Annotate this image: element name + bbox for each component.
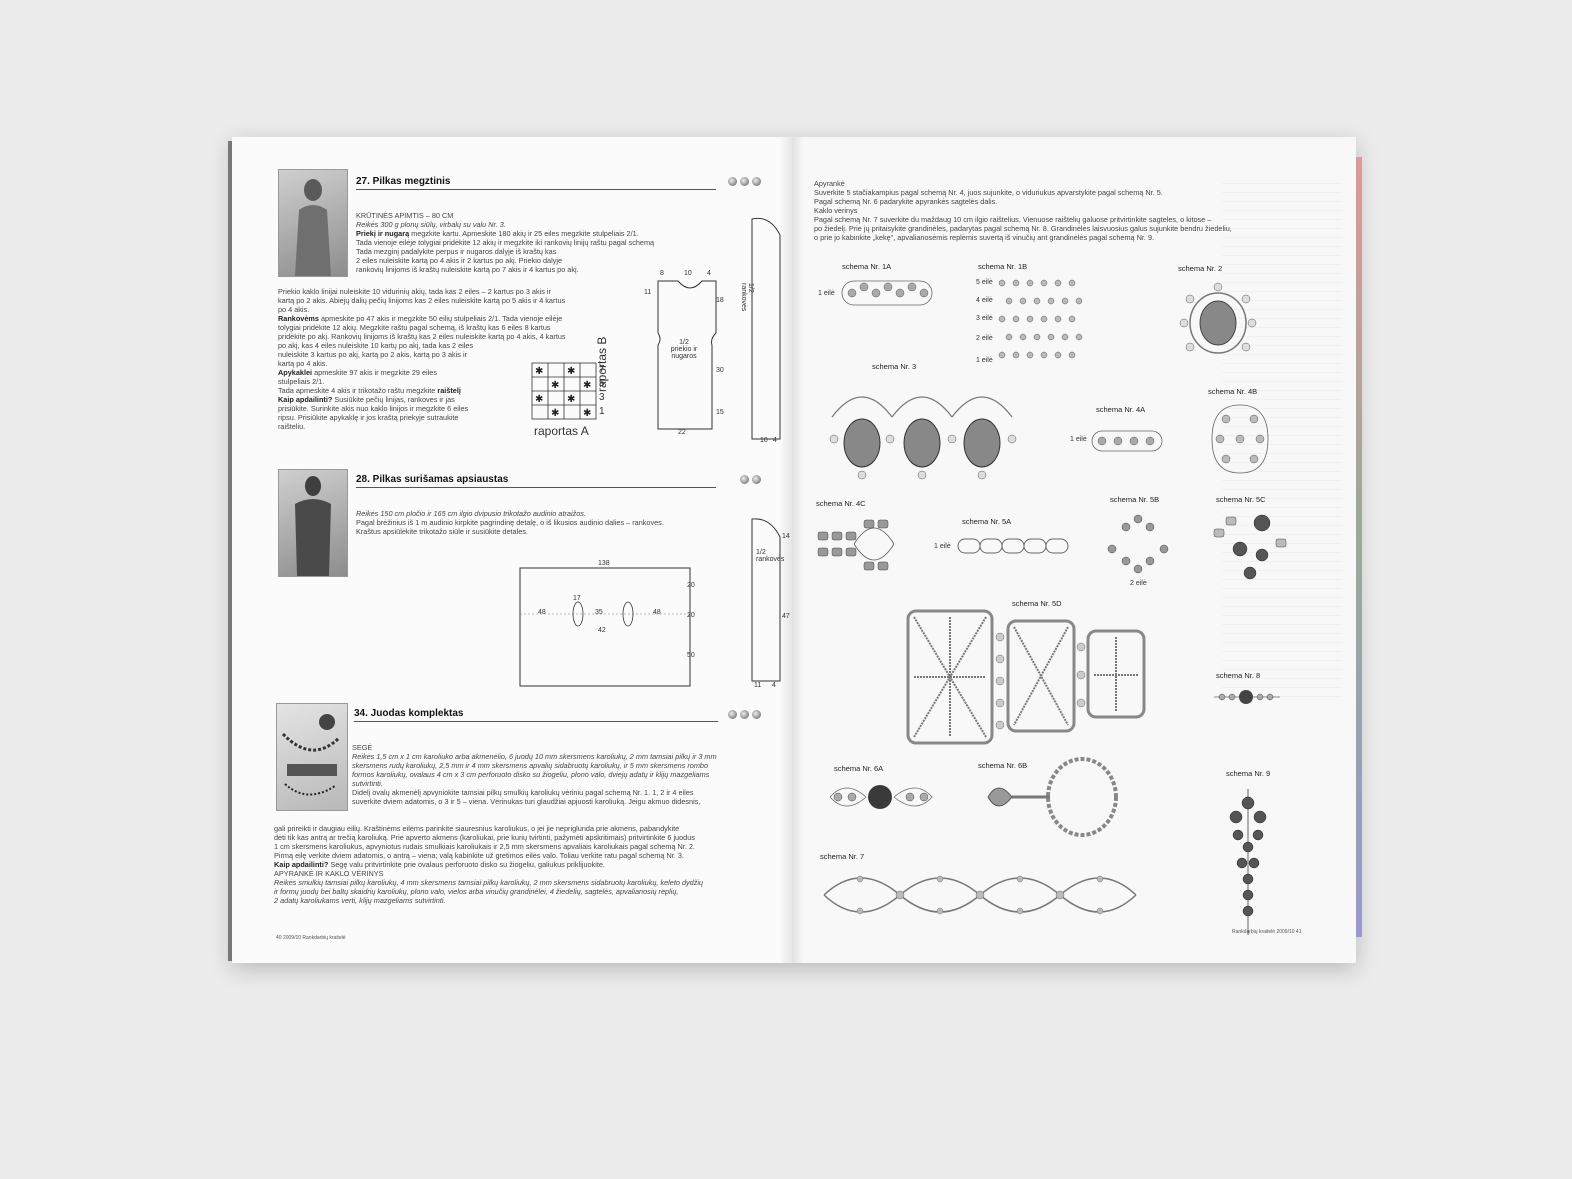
diagram-schema-7 [823,875,1137,915]
difficulty-dot-icon [752,475,761,484]
section-title-28: 28. Pilkas surišamas apsiaustas [356,474,716,488]
diagram-schema-4c [817,519,895,571]
svg-text:✱: ✱ [551,408,559,419]
schema-label-6a: schema Nr. 6A [834,764,884,773]
difficulty-dots-28 [740,475,761,484]
section-34-brooch: SEGĖ Reikės 1,5 cm x 1 cm karoliuko arba… [352,743,762,806]
diagram-schema-4a [1091,430,1163,452]
difficulty-dot-icon [752,177,761,186]
svg-text:✱: ✱ [551,380,559,391]
magazine-spread: 27. Pilkas megztinis KRŪTINĖS APIMTIS – … [228,137,1362,963]
schema-label-4a: schema Nr. 4A [1096,405,1146,414]
difficulty-dot-icon [740,710,749,719]
jewelry-illustration [281,714,341,796]
difficulty-dots-27 [728,177,761,186]
diagram-schema-4b [1211,404,1269,474]
photo-black-jewelry [276,703,348,811]
left-page: 27. Pilkas megztinis KRŪTINĖS APIMTIS – … [232,137,792,963]
pattern-sleeve [751,217,781,440]
difficulty-dot-icon [740,475,749,484]
diagram-schema-5d [906,609,1146,745]
svg-text:✱: ✱ [567,366,575,377]
pattern-wrap-sleeve [751,518,781,682]
schema-label-4b: schema Nr. 4B [1208,387,1258,396]
schema-label-4c: schema Nr. 4C [816,499,866,508]
svg-text:✱: ✱ [583,408,591,419]
diagram-schema-5b [1107,514,1169,574]
schema-label-8: schema Nr. 8 [1216,671,1261,680]
section-34-brooch-2: gali prireikti ir daugiau eilių. Kraštin… [274,824,774,905]
pattern-label: 1/2 priekio ir nugaros [670,339,698,360]
photo-grey-wrap [278,469,348,577]
difficulty-dots-34 [728,710,761,719]
diagram-schema-1a [841,280,933,306]
schema-label-1b: schema Nr. 1B [978,262,1028,271]
section-28-body: Reikės 150 cm pločio ir 165 cm ilgio dvi… [356,509,664,536]
left-page-footer: 40 2009/10 Rankdarbių kraitelė [276,935,346,941]
section-title-27: 27. Pilkas megztinis [356,176,716,190]
model-silhouette [295,476,331,576]
schema-label-b: raportas B [595,336,609,392]
materials-line: Reikės 300 g plonų siūlų, virbalų su val… [356,220,506,229]
subheading-bracelet-necklace: APYRANKĖ IR KAKLO VĖRINYS [274,869,384,878]
size-line: KRŪTINĖS APIMTIS – 80 CM [356,211,454,220]
difficulty-dot-icon [752,710,761,719]
diagram-schema-6a [829,785,933,809]
schema-label-9: schema Nr. 9 [1226,769,1271,778]
diagram-schema-9 [1229,789,1267,935]
diagram-schema-8 [1214,690,1280,704]
svg-text:✱: ✱ [535,394,543,405]
svg-text:✱: ✱ [583,380,591,391]
section-title-34: 34. Juodas komplektas [354,708,718,722]
difficulty-dot-icon [728,177,737,186]
diagram-schema-6b [987,757,1118,837]
pattern-wrap-body [519,567,691,687]
schema-label-1a: schema Nr. 1A [842,262,892,271]
schema-label-5c: schema Nr. 5C [1216,495,1266,504]
page-edge-right [1356,157,1362,937]
diagram-schema-5c [1213,514,1287,580]
diagram-schema-5a [957,538,1069,554]
paragraph-front-back: Priekį ir nugarą megzkite kartu. Apmeski… [356,229,639,238]
diagram-schema-3 [829,396,1017,480]
diagram-schema-2 [1179,282,1257,354]
schema-label-2: schema Nr. 2 [1178,264,1223,273]
diagram-schema-1b [998,279,1083,359]
section-27-body: KRŪTINĖS APIMTIS – 80 CM Reikės 300 g pl… [356,211,736,274]
schema-label-5b: schema Nr. 5B [1110,495,1160,504]
subheading-brooch: SEGĖ [352,743,373,752]
right-page: Apyrankė Suverkite 5 stačiakampius pagal… [792,137,1356,963]
sleeve-label: 1/2 rankovės [740,283,754,312]
svg-text:✱: ✱ [535,366,543,377]
paragraph-sleeves: Rankovėms apmeskite po 47 akis ir megzki… [278,314,563,323]
schema-label-7: schema Nr. 7 [820,852,865,861]
schema-label-a: raportas A [534,424,589,438]
wrap-sleeve-label: 1/2 rankovės [756,549,785,563]
difficulty-dot-icon [740,177,749,186]
svg-text:✱: ✱ [567,394,575,405]
right-page-footer: Rankdarbių kraitelė 2009/10 41 [1232,929,1302,935]
schema-label-3: schema Nr. 3 [872,362,917,371]
schema-label-5a: schema Nr. 5A [962,517,1012,526]
model-silhouette [295,179,331,276]
difficulty-dot-icon [728,710,737,719]
photo-grey-sweater [278,169,348,277]
